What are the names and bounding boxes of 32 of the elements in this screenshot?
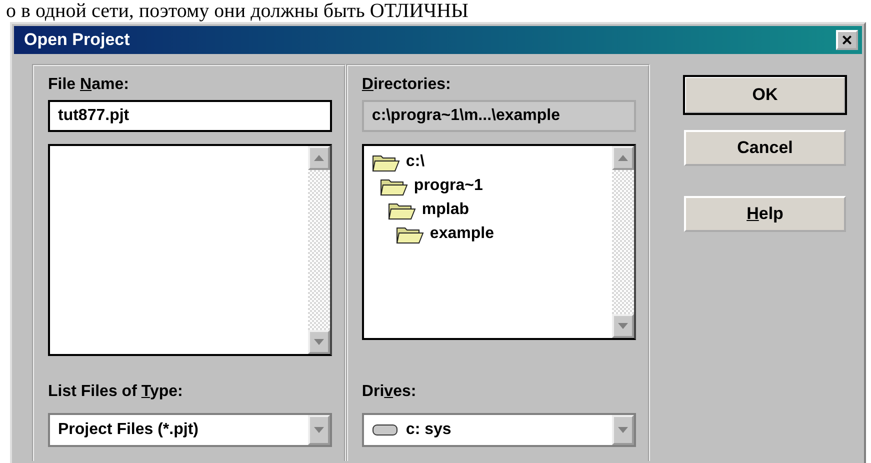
directory-item[interactable]: mplab [422, 201, 470, 219]
dropdown-button[interactable] [612, 415, 634, 445]
dialog-button[interactable]: Help [684, 196, 846, 232]
drive-icon [372, 423, 398, 437]
file-list[interactable] [48, 144, 332, 356]
dialog-button[interactable]: Cancel [684, 130, 846, 166]
directory-item[interactable]: example [430, 225, 494, 243]
window-title: Open Project [24, 30, 130, 50]
scroll-down-icon [618, 323, 628, 329]
document-text: о в одной сети, поэтому они должны быть ОТЛИЧНЫ [5, 0, 470, 22]
scroll-down-icon [314, 339, 324, 345]
drives-dropdown[interactable]: c: sys [362, 413, 636, 447]
directories-label: Directories: [362, 76, 452, 95]
scrollbar[interactable] [612, 146, 634, 338]
directory-path: c:\progra~1\m...\example [362, 100, 636, 132]
file-type-label: List Files of Type: [48, 383, 184, 402]
file-name-label: File Name: [48, 76, 130, 95]
scroll-up-icon [314, 155, 324, 161]
scroll-up-icon [618, 155, 628, 161]
file-name-field[interactable]: tut877.pjt [48, 100, 332, 132]
close-button[interactable]: × [836, 30, 858, 50]
drive-value: c: sys [406, 421, 452, 439]
dropdown-button[interactable] [308, 415, 330, 445]
file-type-dropdown[interactable]: Project Files (*.pjt) [48, 413, 332, 447]
directory-item[interactable]: progra~1 [414, 177, 483, 195]
directory-item[interactable]: c:\ [406, 153, 425, 171]
drives-label: Drives: [362, 383, 418, 402]
directory-tree[interactable]: c:\ progra~1 mplab example [362, 144, 636, 340]
scrollbar[interactable] [308, 146, 330, 354]
scroll-down-icon [618, 427, 628, 433]
dialog-button[interactable]: OK [684, 76, 846, 114]
scroll-down-icon [314, 427, 324, 433]
